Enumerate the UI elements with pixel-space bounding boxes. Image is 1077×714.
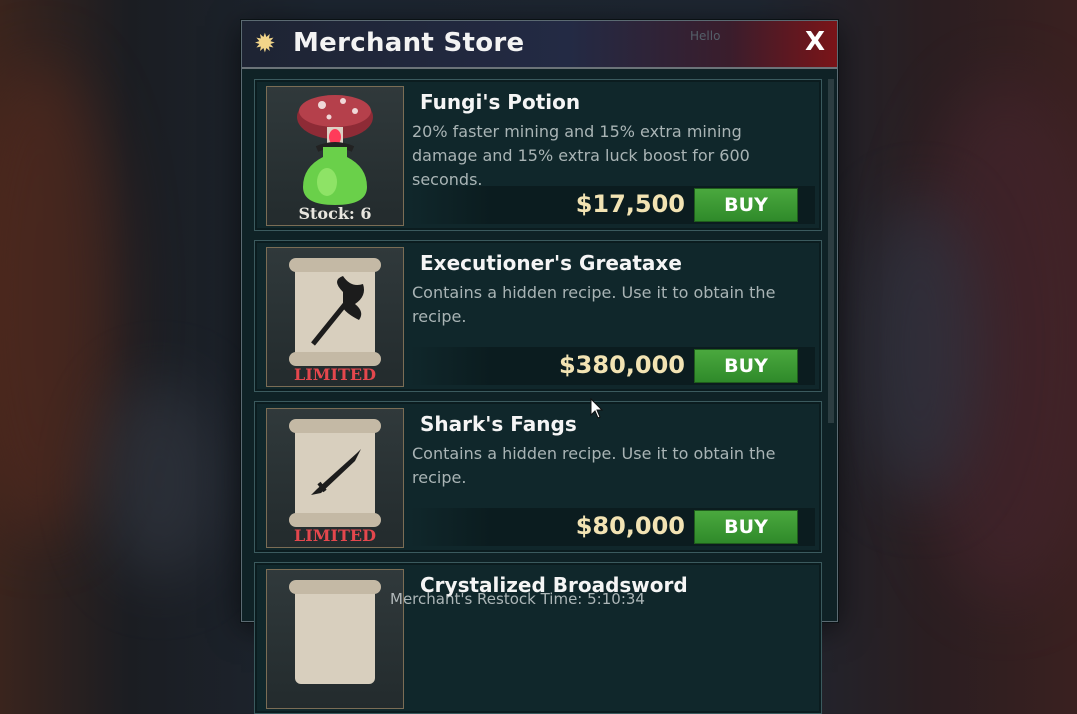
- item-name: Executioner's Greataxe: [420, 251, 682, 275]
- item-description: 20% faster mining and 15% extra mining d…: [412, 122, 750, 189]
- list-item: LIMITED Shark's Fangs Contains a hidden …: [254, 401, 822, 553]
- price-row: $17,500 BUY: [410, 186, 815, 224]
- price-row: $380,000 BUY: [410, 347, 815, 385]
- limited-badge: LIMITED: [294, 365, 376, 384]
- item-description: Contains a hidden recipe. Use it to obta…: [412, 444, 776, 487]
- item-name: Fungi's Potion: [420, 90, 581, 114]
- list-item: LIMITED Executioner's Greataxe Contains …: [254, 240, 822, 392]
- item-thumbnail: LIMITED: [266, 408, 404, 548]
- help-label: Hello: [690, 29, 721, 43]
- window-title: Merchant Store: [293, 28, 525, 58]
- price-row: $80,000 BUY: [410, 508, 815, 546]
- merchant-store-window: ✹ Merchant Store Hello X Stock: 6 Fungi'…: [241, 20, 838, 714]
- item-thumbnail: [266, 569, 404, 709]
- list-item: Stock: 6 Fungi's Potion 20% faster minin…: [254, 79, 822, 231]
- list-item: Crystalized Broadsword: [254, 562, 822, 714]
- scrollbar[interactable]: [828, 79, 834, 423]
- buy-button[interactable]: BUY: [694, 188, 798, 222]
- close-button[interactable]: X: [805, 27, 825, 57]
- item-price: $17,500: [575, 190, 685, 218]
- item-price: $80,000: [575, 512, 685, 540]
- title-bar[interactable]: ✹ Merchant Store Hello X: [242, 21, 837, 69]
- background-blur: [100, 380, 220, 580]
- buy-button[interactable]: BUY: [694, 349, 798, 383]
- item-description: Contains a hidden recipe. Use it to obta…: [412, 283, 776, 326]
- item-price: $380,000: [558, 351, 685, 379]
- item-name: Shark's Fangs: [420, 412, 577, 436]
- scroll-icon: [289, 580, 381, 684]
- background-blur: [860, 200, 980, 500]
- item-thumbnail: Stock: 6: [266, 86, 404, 226]
- mouse-cursor-icon: [590, 398, 604, 419]
- item-thumbnail: LIMITED: [266, 247, 404, 387]
- limited-badge: LIMITED: [294, 526, 376, 545]
- sun-icon: ✹: [254, 29, 276, 59]
- stock-badge: Stock: 6: [298, 204, 372, 223]
- buy-button[interactable]: BUY: [694, 510, 798, 544]
- restock-timer: Merchant's Restock Time: 5:10:34: [390, 590, 645, 608]
